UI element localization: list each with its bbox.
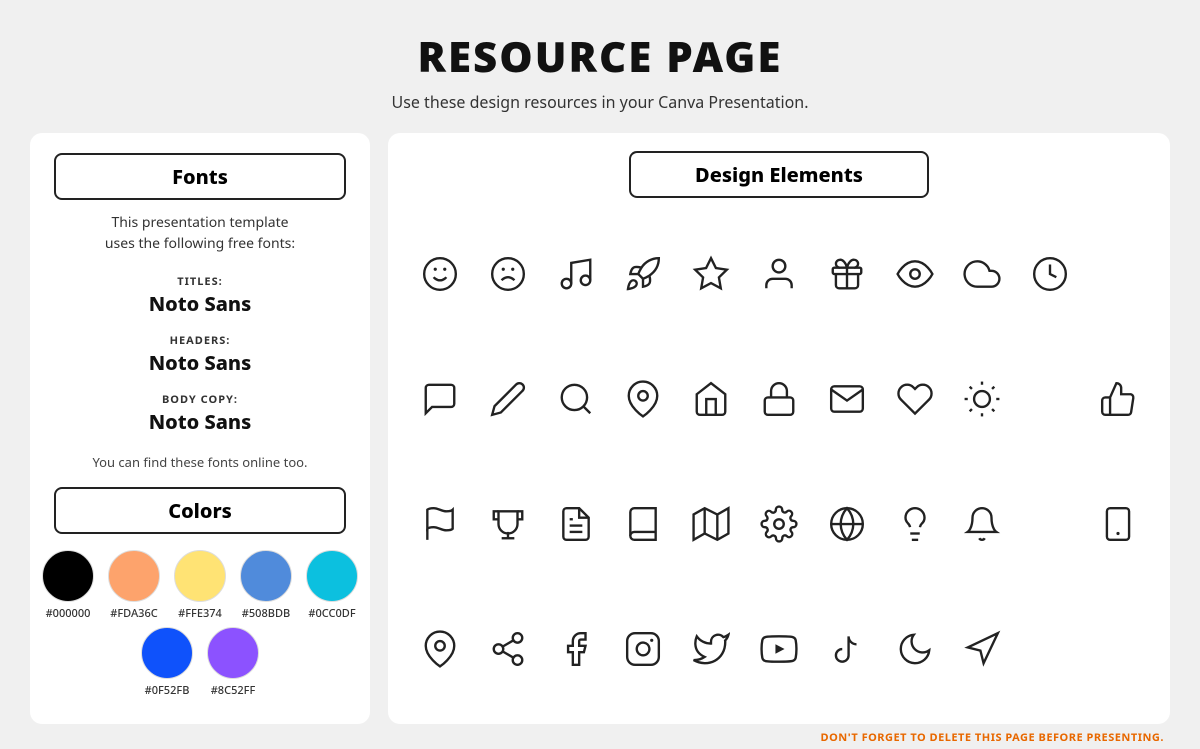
settings-icon <box>747 464 811 583</box>
color-black: #000000 <box>42 550 94 621</box>
color-circle-orange <box>108 550 160 602</box>
colors-label: Colors <box>54 487 346 534</box>
globe-icon <box>815 464 879 583</box>
page-title: RESOURCE PAGE <box>392 28 809 85</box>
color-circle-blue <box>240 550 292 602</box>
location-icon <box>408 589 472 708</box>
spacer-3 <box>1018 464 1082 583</box>
colors-row-1: #000000 #FDA36C #FFE374 #508BDB #0CC0DF <box>54 550 346 621</box>
design-elements-label: Design Elements <box>629 151 929 198</box>
main-content: Fonts This presentation template uses th… <box>0 133 1200 724</box>
color-royal-blue: #0F52FB <box>141 627 193 698</box>
user-icon <box>747 214 811 333</box>
color-circle-purple <box>207 627 259 679</box>
lock-icon <box>747 339 811 458</box>
search-icon <box>544 339 608 458</box>
moon-icon <box>883 589 947 708</box>
page-subtitle: Use these design resources in your Canva… <box>392 91 809 113</box>
gift-icon <box>815 214 879 333</box>
share-icon <box>476 589 540 708</box>
color-blue: #508BDB <box>240 550 292 621</box>
color-purple: #8C52FF <box>207 627 259 698</box>
page-header: RESOURCE PAGE Use these design resources… <box>392 0 809 123</box>
pencil-icon <box>476 339 540 458</box>
mobile-icon <box>1086 464 1150 583</box>
map-icon <box>679 464 743 583</box>
youtube-icon <box>747 589 811 708</box>
right-panel: Design Elements <box>388 133 1170 724</box>
spacer-1 <box>1086 214 1150 333</box>
pin-icon <box>611 339 675 458</box>
megaphone-icon <box>951 589 1015 708</box>
spacer-2 <box>1018 339 1082 458</box>
color-circle-royal-blue <box>141 627 193 679</box>
facebook-icon <box>544 589 608 708</box>
twitter-icon <box>679 589 743 708</box>
music-icon <box>544 214 608 333</box>
thumbsup-icon <box>1086 339 1150 458</box>
color-circle-cyan <box>306 550 358 602</box>
color-orange: #FDA36C <box>108 550 160 621</box>
instagram-icon <box>611 589 675 708</box>
left-panel: Fonts This presentation template uses th… <box>30 133 370 724</box>
font-entry-headers: HEADERS: Noto Sans <box>54 327 346 376</box>
eye-icon <box>883 214 947 333</box>
home-icon <box>679 339 743 458</box>
lightbulb-icon <box>883 464 947 583</box>
star-icon <box>679 214 743 333</box>
fonts-note: You can find these fonts online too. <box>54 453 346 471</box>
flag-icon <box>408 464 472 583</box>
clock-icon <box>1018 214 1082 333</box>
smile-icon <box>408 214 472 333</box>
trophy-icon <box>476 464 540 583</box>
document-icon <box>544 464 608 583</box>
icons-grid <box>408 214 1150 708</box>
color-circle-yellow <box>174 550 226 602</box>
sad-icon <box>476 214 540 333</box>
color-circle-black <box>42 550 94 602</box>
fonts-label: Fonts <box>54 153 346 200</box>
font-entry-titles: TITLES: Noto Sans <box>54 268 346 317</box>
tiktok-icon <box>815 589 879 708</box>
book-icon <box>611 464 675 583</box>
bell-icon <box>951 464 1015 583</box>
chat-icon <box>408 339 472 458</box>
spacer-4 <box>1018 589 1082 708</box>
font-entry-body: BODY COPY: Noto Sans <box>54 386 346 435</box>
sun-icon <box>951 339 1015 458</box>
color-yellow: #FFE374 <box>174 550 226 621</box>
colors-row-2: #0F52FB #8C52FF <box>54 627 346 698</box>
heart-icon <box>883 339 947 458</box>
cloud-icon <box>951 214 1015 333</box>
mail-icon <box>815 339 879 458</box>
fonts-description: This presentation template uses the foll… <box>54 212 346 254</box>
footer-note: DON'T FORGET TO DELETE THIS PAGE BEFORE … <box>0 724 1200 749</box>
color-cyan: #0CC0DF <box>306 550 358 621</box>
rocket-icon <box>611 214 675 333</box>
